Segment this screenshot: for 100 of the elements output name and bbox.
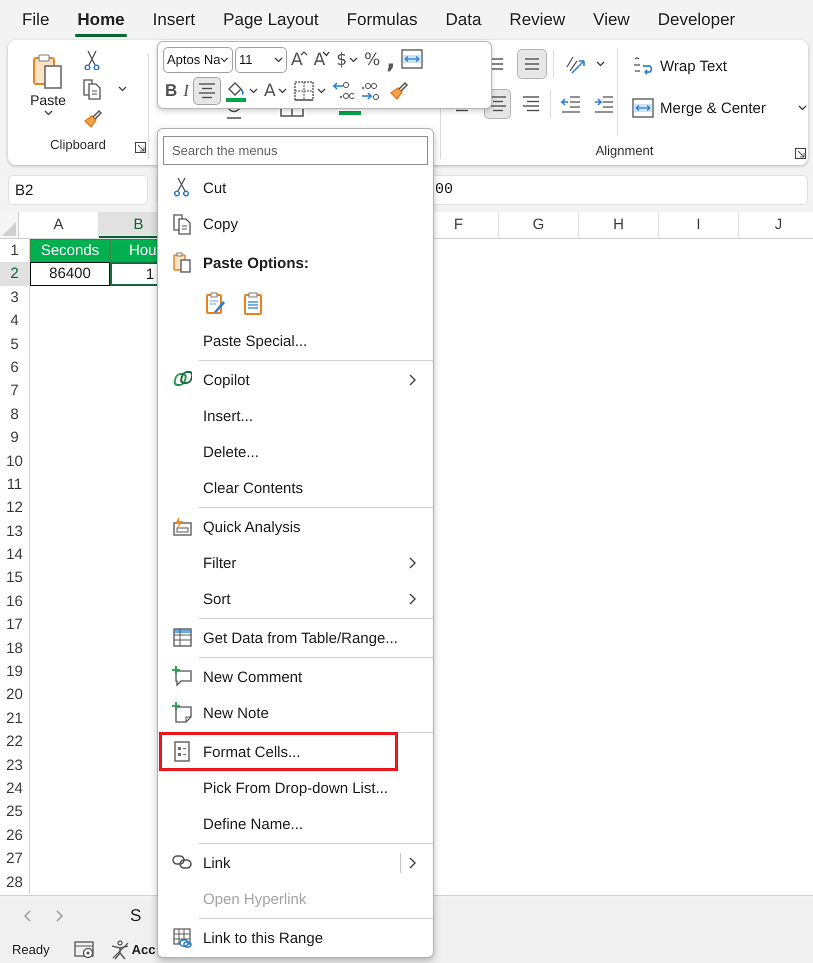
scissors-icon bbox=[172, 177, 192, 199]
group-label: Alignment bbox=[596, 142, 654, 160]
caret-icon bbox=[220, 56, 229, 62]
menu-item[interactable]: Paste Special... bbox=[158, 323, 433, 359]
chevron-right-icon bbox=[409, 557, 417, 569]
menu-item[interactable]: Sort bbox=[158, 581, 433, 617]
row-header[interactable]: 1 bbox=[0, 239, 30, 262]
italic-button[interactable]: I bbox=[181, 76, 191, 104]
menu-item[interactable]: Link bbox=[158, 845, 433, 881]
merge-icon bbox=[401, 48, 424, 70]
decimal-icon bbox=[332, 80, 354, 102]
wrap-text-icon bbox=[632, 56, 654, 76]
menu-item[interactable]: New Note bbox=[158, 695, 433, 731]
lightning-table-icon bbox=[172, 516, 192, 538]
grow-font-button[interactable]: A bbox=[289, 46, 310, 74]
caret-icon[interactable] bbox=[798, 105, 807, 111]
comment-icon bbox=[172, 666, 192, 688]
column-header[interactable]: I bbox=[659, 212, 739, 238]
table-cell[interactable]: 86400 bbox=[30, 262, 110, 286]
chevron-right-icon bbox=[409, 593, 417, 605]
column-header[interactable]: H bbox=[579, 212, 659, 238]
chevron-right-icon bbox=[56, 910, 64, 922]
ribbon-tab[interactable]: Review bbox=[495, 0, 580, 40]
chevron-right-icon bbox=[409, 374, 417, 386]
menu-item[interactable]: Filter bbox=[158, 545, 433, 581]
clipboard-icon bbox=[172, 252, 192, 274]
group-label: Clipboard bbox=[50, 136, 106, 154]
search-field[interactable]: Search the menus bbox=[163, 136, 428, 165]
menu-item[interactable]: New Comment bbox=[158, 659, 433, 695]
column-header[interactable]: G bbox=[499, 212, 579, 238]
font-name-dropdown[interactable]: Aptos Na bbox=[163, 46, 233, 72]
caret-icon bbox=[278, 88, 287, 94]
brush-icon bbox=[388, 80, 410, 102]
triangle-icon bbox=[0, 220, 18, 238]
merge-center-button[interactable]: Merge & Center bbox=[630, 94, 768, 122]
menu-item[interactable]: Define Name... bbox=[158, 806, 433, 842]
menu-item[interactable]: Pick From Drop-down List... bbox=[158, 770, 433, 806]
shrink-font-button[interactable]: A bbox=[312, 46, 332, 74]
column-header[interactable]: J bbox=[739, 212, 813, 238]
font-size-dropdown[interactable]: 11 bbox=[235, 46, 287, 72]
ribbon-tab[interactable]: Page Layout bbox=[209, 0, 333, 40]
copy-button[interactable] bbox=[82, 78, 127, 100]
menu-item[interactable]: Copilot bbox=[158, 362, 433, 398]
paste-values-button[interactable] bbox=[243, 292, 263, 315]
ribbon-tab[interactable]: Home bbox=[63, 0, 139, 40]
ribbon-tab[interactable]: Data bbox=[432, 0, 496, 40]
menu-item[interactable]: Quick Analysis bbox=[158, 509, 433, 545]
note-icon bbox=[172, 702, 192, 724]
menu-item[interactable]: Link to this Range bbox=[158, 920, 433, 956]
scissors-icon bbox=[82, 50, 102, 70]
status-text[interactable]: Acc bbox=[132, 942, 156, 957]
align-center-button[interactable] bbox=[192, 76, 221, 104]
clipboard-icon bbox=[31, 54, 65, 90]
caret-icon bbox=[118, 86, 127, 92]
dialog-launcher-icon[interactable] bbox=[135, 142, 146, 153]
merge-icon bbox=[632, 98, 654, 118]
grid-link-icon bbox=[172, 927, 192, 949]
chevron-left-icon bbox=[24, 910, 32, 922]
wrap-text-button[interactable]: Wrap Text bbox=[630, 52, 807, 80]
form-icon bbox=[172, 741, 192, 763]
paint-bucket-icon bbox=[224, 80, 247, 102]
menu-item[interactable]: Get Data from Table/Range... bbox=[158, 620, 433, 656]
menu-heading: Paste Options: bbox=[203, 254, 309, 272]
clipboard-brush-icon bbox=[205, 292, 227, 315]
ribbon-tab[interactable]: File bbox=[8, 0, 64, 40]
macro-record-icon[interactable] bbox=[74, 940, 94, 959]
font-color-button[interactable]: A bbox=[262, 76, 289, 104]
clipboard-icon bbox=[243, 292, 263, 315]
currency-button[interactable]: $ bbox=[334, 46, 360, 74]
align-button[interactable] bbox=[517, 49, 547, 79]
caret-icon bbox=[248, 88, 258, 94]
menu-item[interactable]: Clear Contents bbox=[158, 470, 433, 506]
brush-icon bbox=[82, 108, 102, 128]
sheet-tab[interactable]: S bbox=[130, 906, 142, 926]
menu-item[interactable]: Delete... bbox=[158, 434, 433, 470]
ribbon-tab[interactable]: Insert bbox=[138, 0, 210, 40]
chevron-right-icon bbox=[409, 857, 417, 869]
comma-style-button[interactable]: , bbox=[384, 46, 398, 74]
percent-button[interactable]: % bbox=[362, 46, 382, 74]
accessibility-icon[interactable] bbox=[110, 940, 130, 960]
caret-icon bbox=[349, 56, 358, 62]
paste-button[interactable]: Paste bbox=[24, 54, 72, 135]
row-header[interactable]: 2 bbox=[0, 262, 30, 286]
caret-icon bbox=[44, 110, 52, 116]
copy-icon bbox=[82, 78, 102, 100]
borders-icon bbox=[292, 80, 315, 102]
ribbon-tab[interactable]: Formulas bbox=[332, 0, 432, 40]
name-box[interactable]: B2 bbox=[8, 175, 148, 205]
caret-icon bbox=[274, 56, 283, 62]
menu-item[interactable]: Insert... bbox=[158, 398, 433, 434]
status-text: Ready bbox=[12, 942, 50, 957]
caret-icon bbox=[316, 88, 326, 94]
ribbon-tab[interactable]: View bbox=[579, 0, 644, 40]
bold-button[interactable]: B bbox=[163, 76, 180, 104]
ribbon-tab[interactable]: Developer bbox=[644, 0, 750, 40]
table-icon bbox=[172, 627, 192, 649]
paste-formatting-button[interactable] bbox=[205, 292, 227, 315]
dialog-launcher-icon[interactable] bbox=[795, 148, 806, 159]
menu-item[interactable]: Format Cells... bbox=[158, 734, 433, 770]
caret-icon[interactable] bbox=[596, 61, 605, 67]
